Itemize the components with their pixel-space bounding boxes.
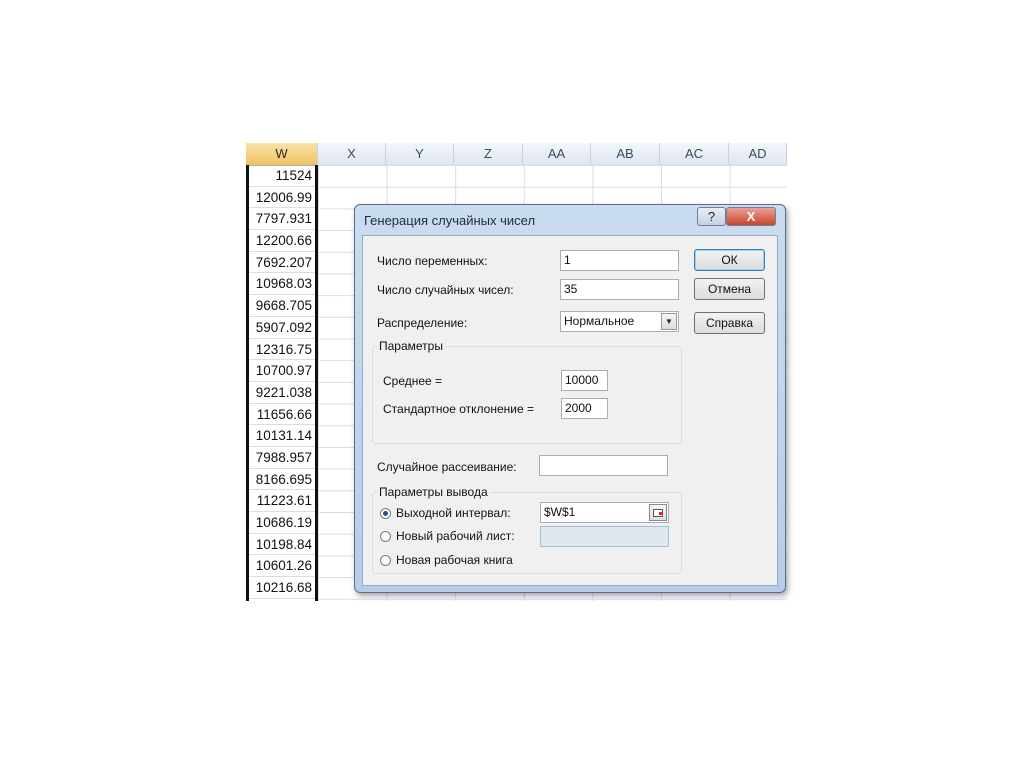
column-header-ad[interactable]: AD bbox=[729, 143, 787, 165]
cell[interactable]: 12200.66 bbox=[249, 230, 315, 252]
num-variables-label: Число переменных: bbox=[377, 254, 488, 268]
cell[interactable]: 11524 bbox=[249, 165, 315, 187]
num-random-label: Число случайных чисел: bbox=[377, 283, 514, 297]
cell[interactable]: 8166.695 bbox=[249, 469, 315, 491]
cell[interactable]: 7692.207 bbox=[249, 252, 315, 274]
parameters-group-title: Параметры bbox=[377, 339, 445, 353]
new-workbook-radio[interactable] bbox=[380, 555, 391, 566]
output-range-input[interactable]: $W$1 bbox=[540, 502, 669, 523]
new-workbook-label: Новая рабочая книга bbox=[396, 553, 513, 567]
cell[interactable]: 10700.97 bbox=[249, 360, 315, 382]
cell[interactable]: 12006.99 bbox=[249, 187, 315, 209]
output-range-value: $W$1 bbox=[544, 505, 576, 519]
cell[interactable]: 10198.84 bbox=[249, 534, 315, 556]
cell[interactable]: 9221.038 bbox=[249, 382, 315, 404]
output-options-group-title: Параметры вывода bbox=[377, 485, 490, 499]
new-sheet-radio[interactable] bbox=[380, 531, 391, 542]
chevron-down-icon[interactable]: ▼ bbox=[661, 313, 677, 330]
column-header-aa[interactable]: AA bbox=[523, 143, 591, 165]
cell[interactable]: 9668.705 bbox=[249, 295, 315, 317]
num-variables-input[interactable]: 1 bbox=[560, 250, 679, 271]
random-seed-label: Случайное рассеивание: bbox=[377, 460, 517, 474]
cell[interactable]: 11223.61 bbox=[249, 490, 315, 512]
column-header-w[interactable]: W bbox=[246, 143, 318, 165]
dialog-titlebar[interactable]: Генерация случайных чисел ? X bbox=[355, 205, 785, 233]
cell[interactable]: 10601.26 bbox=[249, 555, 315, 578]
distribution-value: Нормальное bbox=[564, 314, 635, 328]
cell[interactable]: 11656.66 bbox=[249, 404, 315, 426]
selected-column-w[interactable]: 11524 12006.99 7797.931 12200.66 7692.20… bbox=[246, 165, 318, 601]
num-random-input[interactable]: 35 bbox=[560, 279, 679, 300]
cell[interactable]: 10216.68 bbox=[249, 577, 315, 599]
cancel-button[interactable]: Отмена bbox=[694, 278, 765, 300]
output-range-label: Выходной интервал: bbox=[396, 506, 511, 520]
help-button[interactable]: Справка bbox=[694, 312, 765, 334]
stddev-label: Стандартное отклонение = bbox=[383, 402, 534, 416]
ok-button[interactable]: ОК bbox=[694, 249, 765, 271]
cell[interactable]: 10968.03 bbox=[249, 273, 315, 296]
distribution-label: Распределение: bbox=[377, 316, 468, 330]
output-options-group: Параметры вывода Выходной интервал: $W$1… bbox=[372, 485, 682, 574]
cell[interactable]: 12316.75 bbox=[249, 339, 315, 361]
random-number-generation-dialog: Генерация случайных чисел ? X Число пере… bbox=[354, 204, 786, 593]
mean-label: Среднее = bbox=[383, 374, 443, 388]
column-header-x[interactable]: X bbox=[318, 143, 386, 165]
cell[interactable]: 7988.957 bbox=[249, 447, 315, 469]
random-seed-input[interactable] bbox=[539, 455, 668, 476]
cell[interactable]: 10686.19 bbox=[249, 512, 315, 534]
column-header-ac[interactable]: AC bbox=[660, 143, 729, 165]
new-sheet-input[interactable] bbox=[540, 526, 669, 547]
output-range-radio[interactable] bbox=[380, 508, 391, 519]
close-icon[interactable]: X bbox=[726, 207, 776, 226]
dialog-title: Генерация случайных чисел bbox=[364, 213, 536, 228]
cell[interactable]: 7797.931 bbox=[249, 208, 315, 231]
column-header-ab[interactable]: AB bbox=[591, 143, 660, 165]
dialog-body: Число переменных: 1 Число случайных чисе… bbox=[362, 235, 778, 586]
stddev-input[interactable]: 2000 bbox=[561, 398, 608, 419]
help-icon[interactable]: ? bbox=[697, 207, 726, 226]
distribution-select[interactable]: Нормальное ▼ bbox=[560, 311, 679, 332]
cell[interactable]: 5907.092 bbox=[249, 317, 315, 339]
new-sheet-label: Новый рабочий лист: bbox=[396, 529, 515, 543]
column-header-y[interactable]: Y bbox=[386, 143, 454, 165]
parameters-group: Параметры Среднее = 10000 Стандартное от… bbox=[372, 339, 682, 444]
range-select-icon[interactable] bbox=[649, 504, 667, 521]
cell[interactable]: 10131.14 bbox=[249, 425, 315, 447]
mean-input[interactable]: 10000 bbox=[561, 370, 608, 391]
column-headers: W X Y Z AA AB AC AD bbox=[246, 143, 787, 166]
column-header-z[interactable]: Z bbox=[454, 143, 523, 165]
